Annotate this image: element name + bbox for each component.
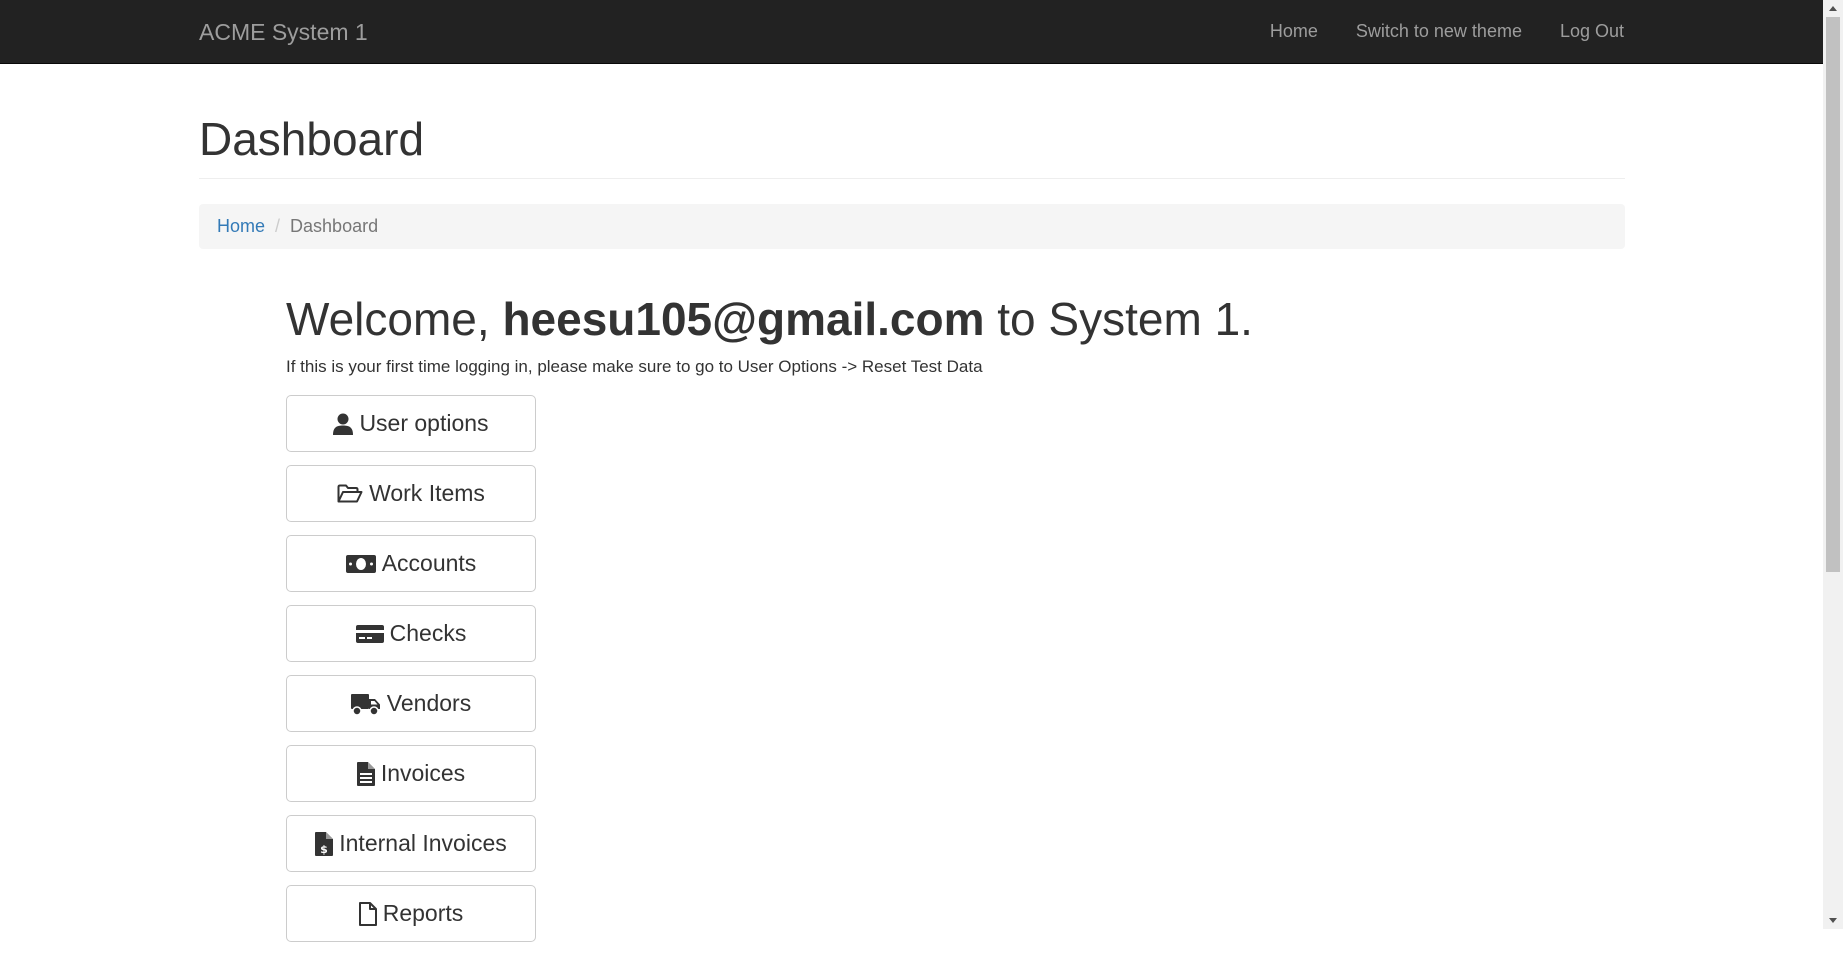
work-items-label: Work Items bbox=[369, 480, 485, 506]
accounts-button[interactable]: Accounts bbox=[286, 535, 536, 592]
accounts-label: Accounts bbox=[381, 550, 477, 576]
nav-links: Home Switch to new theme Log Out bbox=[1232, 0, 1624, 63]
file-icon bbox=[358, 901, 377, 926]
internal-invoices-label: Internal Invoices bbox=[339, 830, 507, 856]
breadcrumb-home-link[interactable]: Home bbox=[217, 216, 265, 237]
user-options-label: User options bbox=[359, 410, 489, 436]
nav-switch-theme-link[interactable]: Switch to new theme bbox=[1356, 21, 1522, 42]
vendors-label: Vendors bbox=[386, 690, 472, 716]
folder-open-icon bbox=[337, 484, 363, 504]
top-navbar: ACME System 1 Home Switch to new theme L… bbox=[0, 0, 1823, 64]
checks-label: Checks bbox=[389, 620, 467, 646]
file-invoice-dollar-icon: $ bbox=[315, 831, 334, 856]
nav-logout-link[interactable]: Log Out bbox=[1560, 21, 1624, 42]
scroll-up-arrow-icon[interactable] bbox=[1823, 0, 1843, 17]
file-text-icon bbox=[356, 761, 375, 786]
page-title: Dashboard bbox=[199, 113, 425, 165]
welcome-prefix: Welcome, bbox=[286, 293, 490, 345]
reports-button[interactable]: Reports bbox=[286, 885, 536, 942]
money-icon bbox=[345, 554, 376, 574]
welcome-heading: Welcome, heesu105@gmail.com to System 1. bbox=[286, 291, 1486, 347]
welcome-suffix: to System 1. bbox=[997, 293, 1253, 345]
vertical-scrollbar[interactable] bbox=[1823, 0, 1843, 929]
truck-icon bbox=[350, 692, 381, 716]
brand-link[interactable]: ACME System 1 bbox=[199, 19, 368, 45]
scrollbar-thumb[interactable] bbox=[1826, 17, 1840, 572]
first-login-hint: If this is your first time logging in, p… bbox=[286, 357, 983, 376]
vendors-button[interactable]: Vendors bbox=[286, 675, 536, 732]
user-options-button[interactable]: User options bbox=[286, 395, 536, 452]
page-header: Dashboard bbox=[199, 111, 1625, 179]
invoices-label: Invoices bbox=[380, 760, 466, 786]
breadcrumb-current: Dashboard bbox=[290, 216, 379, 236]
invoices-button[interactable]: Invoices bbox=[286, 745, 536, 802]
breadcrumb-separator: / bbox=[275, 216, 281, 236]
work-items-button[interactable]: Work Items bbox=[286, 465, 536, 522]
internal-invoices-button[interactable]: $ Internal Invoices bbox=[286, 815, 536, 872]
welcome-section: Welcome, heesu105@gmail.com to System 1.… bbox=[286, 291, 1486, 378]
svg-text:$: $ bbox=[320, 843, 328, 856]
main-container: Dashboard Home / Dashboard Welcome, hees… bbox=[199, 64, 1625, 942]
breadcrumb: Home / Dashboard bbox=[199, 204, 1625, 249]
scroll-down-arrow-icon[interactable] bbox=[1823, 912, 1843, 929]
checks-button[interactable]: Checks bbox=[286, 605, 536, 662]
nav-home-link[interactable]: Home bbox=[1270, 21, 1318, 42]
user-icon bbox=[333, 413, 354, 435]
welcome-user-email: heesu105@gmail.com bbox=[502, 293, 985, 345]
credit-card-icon bbox=[355, 624, 384, 644]
reports-label: Reports bbox=[382, 900, 464, 926]
dashboard-menu: User options Work Items Accounts Checks bbox=[286, 395, 536, 955]
